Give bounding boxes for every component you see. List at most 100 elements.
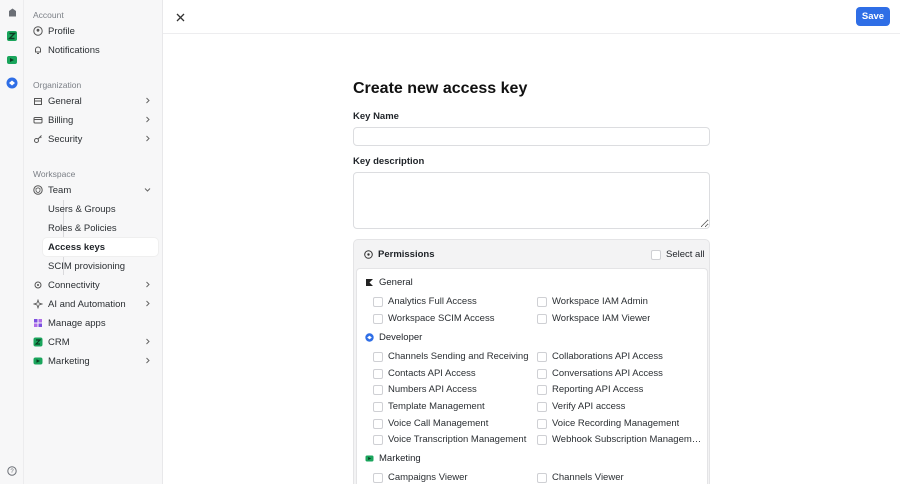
checkbox[interactable] — [537, 384, 547, 395]
key-description-textarea[interactable] — [353, 172, 710, 229]
permission-checkbox[interactable]: Reporting API Access — [537, 384, 702, 395]
checkbox[interactable] — [373, 351, 383, 362]
key-name-input[interactable] — [353, 127, 710, 146]
page-title: Create new access key — [353, 80, 528, 97]
permission-checkbox[interactable]: Voice Recording Management — [537, 418, 702, 429]
help-icon[interactable]: ? — [5, 464, 19, 478]
sidebar-item-billing[interactable]: Billing — [28, 111, 157, 129]
checkbox[interactable] — [537, 401, 547, 412]
checkbox[interactable] — [373, 418, 383, 429]
shield-icon — [364, 250, 373, 259]
checkbox[interactable] — [373, 368, 383, 379]
permission-checkbox[interactable]: Analytics Full Access — [373, 296, 477, 307]
developer-icon — [365, 333, 374, 342]
checkbox[interactable] — [537, 434, 547, 445]
sidebar-item-access-keys[interactable]: Access keys — [43, 238, 158, 256]
marketing-icon — [365, 454, 374, 463]
chevron-right-icon — [146, 300, 150, 307]
group-name: Marketing — [379, 453, 421, 464]
save-button[interactable]: Save — [856, 7, 890, 26]
marketing-icon — [33, 356, 43, 366]
chevron-right-icon — [146, 135, 150, 142]
credit-card-icon — [33, 115, 43, 125]
permission-checkbox[interactable]: Workspace IAM Viewer — [537, 313, 702, 324]
permission-checkbox[interactable]: Webhook Subscription Management — [537, 434, 702, 445]
checkbox[interactable] — [537, 472, 547, 483]
checkbox[interactable] — [537, 351, 547, 362]
sidebar-item-label: Access keys — [48, 241, 106, 253]
permission-checkbox[interactable]: Collaborations API Access — [537, 351, 702, 362]
sidebar-item-users-groups[interactable]: Users & Groups — [43, 200, 158, 218]
permission-checkbox[interactable]: Contacts API Access — [373, 368, 476, 379]
checkbox[interactable] — [373, 296, 383, 307]
permission-checkbox[interactable]: Voice Transcription Management — [373, 434, 526, 445]
sidebar-item-connectivity[interactable]: Connectivity — [28, 276, 157, 294]
permission-label: Workspace IAM Viewer — [552, 313, 651, 324]
close-icon[interactable] — [173, 10, 187, 24]
key-icon — [33, 134, 43, 144]
top-bar: Save — [163, 0, 900, 34]
permission-label: Channels Sending and Receiving — [388, 351, 529, 362]
permission-label: Contacts API Access — [388, 368, 476, 379]
checkbox[interactable] — [373, 384, 383, 395]
sidebar-item-label: AI and Automation — [48, 298, 126, 310]
permission-label: Workspace IAM Admin — [552, 296, 648, 307]
chevron-right-icon — [146, 116, 150, 123]
permission-label: Voice Recording Management — [552, 418, 680, 429]
permission-checkbox[interactable]: Numbers API Access — [373, 384, 477, 395]
permission-checkbox[interactable]: Voice Call Management — [373, 418, 488, 429]
permission-label: Conversations API Access — [552, 368, 663, 379]
checkbox[interactable] — [537, 313, 547, 324]
sidebar-item-marketing[interactable]: Marketing — [28, 352, 157, 370]
sidebar-item-manage-apps[interactable]: Manage apps — [28, 314, 157, 332]
permission-checkbox[interactable]: Channels Sending and Receiving — [373, 351, 529, 362]
sidebar-item-notifications[interactable]: Notifications — [28, 41, 157, 59]
permission-label: Collaborations API Access — [552, 351, 663, 362]
section-label-organization: Organization — [33, 80, 82, 90]
sidebar-item-label: Marketing — [48, 355, 90, 367]
home-app-icon[interactable] — [5, 5, 19, 19]
sidebar-item-general[interactable]: General — [28, 92, 157, 110]
general-icon — [365, 278, 374, 287]
permission-label: Voice Transcription Management — [388, 434, 527, 445]
permission-checkbox[interactable]: Conversations API Access — [537, 368, 702, 379]
sidebar-item-crm[interactable]: CRM — [28, 333, 157, 351]
sidebar-item-ai-automation[interactable]: AI and Automation — [28, 295, 157, 313]
permission-checkbox[interactable]: Channels Viewer — [537, 472, 702, 483]
sidebar-item-profile[interactable]: Profile — [28, 22, 157, 40]
bell-icon — [33, 45, 43, 55]
sidebar-item-label: General — [48, 95, 82, 107]
permission-checkbox[interactable]: Template Management — [373, 401, 485, 412]
select-all-checkbox[interactable] — [651, 250, 661, 260]
permission-group-marketing: Marketing — [365, 453, 421, 464]
crm-app-icon[interactable] — [5, 29, 19, 43]
select-all-label[interactable]: Select all — [666, 249, 705, 260]
permissions-list: General Analytics Full Access Workspace … — [356, 268, 708, 484]
permission-checkbox[interactable]: Verify API access — [537, 401, 702, 412]
permission-label: Workspace SCIM Access — [388, 313, 495, 324]
checkbox[interactable] — [373, 401, 383, 412]
checkbox[interactable] — [537, 418, 547, 429]
building-icon — [33, 96, 43, 106]
checkbox[interactable] — [373, 434, 383, 445]
permission-checkbox[interactable]: Campaigns Viewer — [373, 472, 468, 483]
checkbox[interactable] — [373, 472, 383, 483]
sidebar-item-scim-provisioning[interactable]: SCIM provisioning — [43, 257, 158, 275]
developer-app-icon[interactable] — [5, 76, 19, 90]
permission-label: Analytics Full Access — [388, 296, 477, 307]
marketing-app-icon[interactable] — [5, 53, 19, 67]
permission-checkbox[interactable]: Workspace IAM Admin — [537, 296, 702, 307]
sidebar-item-team[interactable]: Team — [28, 181, 157, 199]
permission-checkbox[interactable]: Workspace SCIM Access — [373, 313, 494, 324]
permission-label: Reporting API Access — [552, 384, 644, 395]
sidebar-item-label: CRM — [48, 336, 70, 348]
sidebar-item-security[interactable]: Security — [28, 130, 157, 148]
sidebar-item-roles-policies[interactable]: Roles & Policies — [43, 219, 158, 237]
checkbox[interactable] — [537, 368, 547, 379]
checkbox[interactable] — [373, 313, 383, 324]
checkbox[interactable] — [537, 296, 547, 307]
group-name: General — [379, 277, 413, 288]
chevron-right-icon — [146, 281, 150, 288]
chevron-down-icon — [144, 188, 151, 192]
sidebar-item-label: Notifications — [48, 44, 100, 56]
